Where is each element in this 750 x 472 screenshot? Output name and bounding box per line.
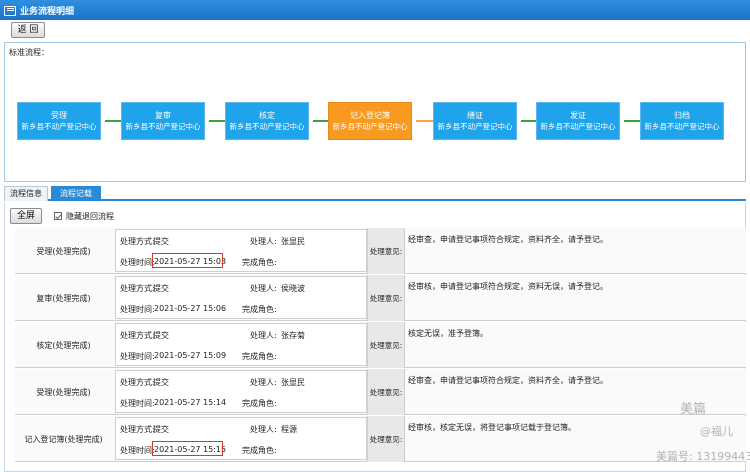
record-info: 处理方式: 提交 处理人: 侯晓波处理时间: 2021-05-27 15:06 完成角色: [115, 276, 367, 319]
opinion-value: 核定无误，准予登簿。 [408, 329, 488, 338]
hide-return-label: 隐藏退回流程 [66, 212, 114, 221]
flow-step: 受理新乡县不动产登记中心 [17, 102, 101, 140]
record-info: 处理方式: 提交 处理人: 张显民处理时间: 2021-05-27 15:14 完成角色: [115, 370, 367, 413]
record-row: 受理(处理完成) 处理方式: 提交 处理人: 张显民 处理时间: 2021-05-27 15… [15, 228, 746, 274]
watermark-id: 美篇号: 13199443 [656, 450, 750, 463]
record-status: 核定(处理完成) [36, 340, 91, 350]
handler-label: 处理人: [250, 284, 277, 293]
time-label: 处理时间: [120, 305, 155, 314]
handler-label: 处理人: [250, 378, 277, 387]
handler-label: 处理人: [250, 331, 277, 340]
flow-step-name: 发证 [570, 111, 586, 120]
fullscreen-button[interactable]: 全屏 [10, 208, 42, 224]
flow-step-name: 受理 [51, 111, 67, 120]
flow-step-org: 新乡县不动产登记中心 [644, 122, 720, 131]
method-label: 处理方式: [120, 284, 155, 293]
record-status: 记入登记簿(处理完成) [24, 434, 103, 444]
standard-flow-panel: 标准流程： 受理 新乡县不动产登记中心 复审 新乡县不动产登记中心 核定 新乡县不动产登记… [4, 42, 746, 182]
time-label: 处理时间: [120, 258, 155, 267]
opinion-value: 经审查，申请登记事项符合规定，资料齐全，请予登记。 [408, 376, 608, 385]
handler-label: 处理人: [250, 425, 277, 434]
window-title: 业务流程明细 [20, 6, 75, 17]
opinion-value: 经审核，申请登记事项符合规定，资料无误，请予登记。 [408, 282, 608, 291]
record-status: 受理(处理完成) [36, 387, 91, 397]
method-label: 处理方式: [120, 378, 155, 387]
watermark-brand: 美篇 [680, 402, 707, 417]
time-value: 2021-05-27 15:06 [154, 304, 227, 313]
opinion-value: 经审核，核定无误，将登记事项记载于登记簿。 [408, 423, 576, 432]
record-row: 核定(处理完成) 处理方式: 提交 处理人: 张存菊处理时间: 2021-05-27 15… [15, 322, 746, 368]
time-value: 2021-05-27 15:14 [154, 398, 227, 407]
flow-step-name: 缮证 [467, 111, 483, 120]
method-value: 提交 [153, 331, 169, 340]
record-info: 处理方式: 提交 处理人: 张存菊处理时间: 2021-05-27 15:09 完成角色: [115, 323, 367, 366]
opinion-label: 处理意见: [367, 416, 405, 462]
flow-step: 发证新乡县不动产登记中心 [536, 102, 620, 140]
method-value: 提交 [153, 237, 169, 246]
role-label: 完成角色: [242, 399, 277, 408]
flow-step-name: 复审 [155, 111, 171, 120]
tab-flow-record[interactable]: 流程记载 [51, 186, 101, 201]
back-button[interactable]: 返 回 [11, 22, 45, 38]
handler-value: 张显民 [281, 237, 305, 246]
opinion-label: 处理意见: [367, 322, 405, 368]
method-label: 处理方式: [120, 331, 155, 340]
record-info: 处理方式: 提交 处理人: 张显民 处理时间: 2021-05-27 15:03 完成角色: [115, 229, 367, 272]
handler-value: 张存菊 [281, 331, 305, 340]
handler-value: 程源 [281, 425, 297, 434]
method-label: 处理方式: [120, 425, 155, 434]
role-label: 完成角色: [242, 305, 277, 314]
record-row: 受理(处理完成) 处理方式: 提交 处理人: 张显民处理时间: 2021-05-27 15… [15, 369, 746, 415]
highlight-box [152, 441, 223, 456]
method-value: 提交 [153, 425, 169, 434]
time-label: 处理时间: [120, 446, 155, 455]
time-label: 处理时间: [120, 399, 155, 408]
method-value: 提交 [153, 284, 169, 293]
flow-step-org: 新乡县不动产登记中心 [125, 122, 201, 131]
opinion-label: 处理意见: [367, 275, 405, 321]
record-status: 复审(处理完成) [36, 293, 91, 303]
flow-step-name: 归档 [674, 111, 690, 120]
flow-step-org: 新乡县不动产登记中心 [540, 122, 616, 131]
flow-step-name: 核定 [259, 111, 275, 120]
record-row: 记入登记簿(处理完成) 处理方式: 提交 处理人: 程源 处理时间: 2021-05-27 … [15, 416, 746, 462]
opinion-label: 处理意见: [367, 369, 405, 415]
flow-step: 缮证新乡县不动产登记中心 [433, 102, 517, 140]
flow-step-org: 新乡县不动产登记中心 [229, 122, 305, 131]
flow-label: 标准流程： [9, 48, 49, 57]
role-label: 完成角色: [242, 446, 277, 455]
flow-step-org: 新乡县不动产登记中心 [21, 122, 97, 131]
window-titlebar: 业务流程明细 [0, 0, 750, 20]
handler-value: 张显民 [281, 378, 305, 387]
flow-step: 核定新乡县不动产登记中心 [225, 102, 309, 140]
handler-label: 处理人: [250, 237, 277, 246]
record-row: 复审(处理完成) 处理方式: 提交 处理人: 侯晓波处理时间: 2021-05-27 15… [15, 275, 746, 321]
flow-step-org: 新乡县不动产登记中心 [437, 122, 513, 131]
opinion-label: 处理意见: [367, 228, 405, 274]
hide-return-checkbox[interactable] [54, 212, 62, 220]
flow-step-org: 新乡县不动产登记中心 [332, 122, 408, 131]
window-icon [4, 5, 16, 16]
method-label: 处理方式: [120, 237, 155, 246]
opinion-value: 经审查，申请登记事项符合规定，资料齐全，请予登记。 [408, 235, 608, 244]
role-label: 完成角色: [242, 352, 277, 361]
highlight-box [152, 253, 223, 268]
time-value: 2021-05-27 15:09 [154, 351, 227, 360]
handler-value: 侯晓波 [281, 284, 305, 293]
flow-step: 记入登记簿新乡县不动产登记中心 [328, 102, 412, 140]
flow-step-name: 记入登记簿 [350, 111, 390, 120]
watermark-author: @福儿 [700, 425, 733, 438]
tab-flow-info[interactable]: 流程信息 [4, 186, 48, 201]
flow-step: 复审新乡县不动产登记中心 [121, 102, 205, 140]
method-value: 提交 [153, 378, 169, 387]
record-status: 受理(处理完成) [36, 246, 91, 256]
role-label: 完成角色: [242, 258, 277, 267]
tab-bar: 流程信息 流程记载 [4, 186, 746, 201]
record-info: 处理方式: 提交 处理人: 程源 处理时间: 2021-05-27 15:15 完成角色: [115, 417, 367, 460]
flow-step: 归档新乡县不动产登记中心 [640, 102, 724, 140]
time-label: 处理时间: [120, 352, 155, 361]
